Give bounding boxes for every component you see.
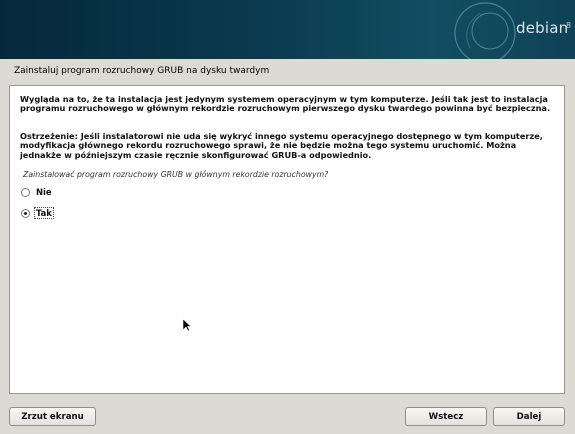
page-title: Zainstaluj program rozruchowy GRUB na dy… <box>14 66 270 76</box>
content-panel: Wygląda na to, że ta instalacja jest jed… <box>9 85 565 394</box>
debian-logo-text: debian <box>516 19 569 37</box>
continue-button[interactable]: Dalej <box>493 407 565 426</box>
mouse-cursor-icon <box>183 319 191 332</box>
debian-logo-mark: 8 <box>566 21 572 30</box>
screenshot-button[interactable]: Zrzut ekranu <box>9 407 96 426</box>
option-tak-label: Tak <box>34 207 54 219</box>
option-tak[interactable]: Tak <box>21 207 54 219</box>
option-nie-label: Nie <box>36 187 52 197</box>
warning-paragraph: Ostrzeżenie: Jeśli instalatorowi nie uda… <box>20 131 543 160</box>
back-button[interactable]: Wstecz <box>405 407 487 426</box>
radio-nie[interactable] <box>21 187 30 197</box>
question-text: Zainstalować program rozruchowy GRUB w g… <box>23 170 329 179</box>
debian-banner: debian 8 <box>0 0 575 59</box>
option-nie[interactable]: Nie <box>21 186 53 198</box>
radio-tak[interactable] <box>21 208 30 218</box>
info-paragraph: Wygląda na to, że ta instalacja jest jed… <box>20 94 551 114</box>
